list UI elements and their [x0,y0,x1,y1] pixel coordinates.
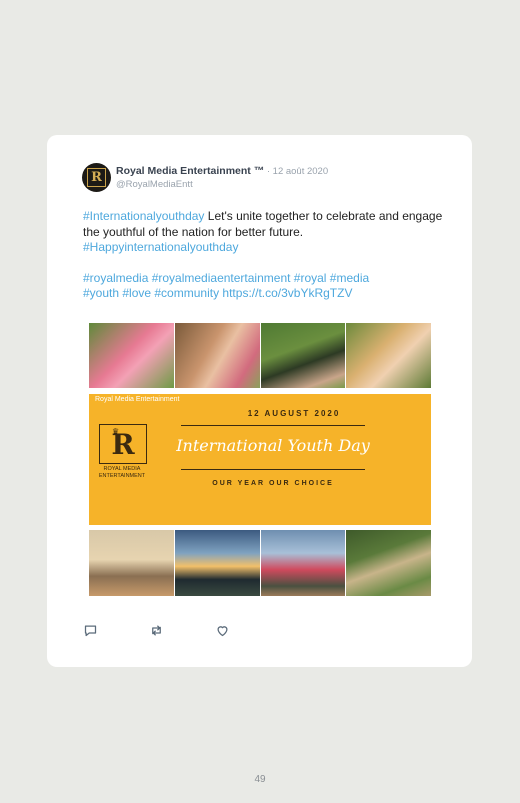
reply-button[interactable] [83,623,149,639]
tweet-actions [83,623,281,639]
avatar[interactable]: R [82,163,111,192]
separator: · [264,166,273,177]
photo [174,323,260,388]
photo [260,323,346,388]
photo-row-top [89,323,431,388]
page-number: 49 [254,774,266,785]
like-button[interactable] [215,623,281,639]
author-row: Royal Media Entertainment ™ · 12 août 20… [116,165,328,177]
hashtag-link[interactable]: #Internationalyouthday [83,209,204,223]
photo [260,530,346,596]
tweet-image[interactable]: Royal Media Entertainment ♛ R ROYAL MEDI… [89,323,431,596]
reply-icon [84,625,97,637]
like-icon [217,626,228,637]
photo-row-bottom [89,530,431,596]
tweet-card: R Royal Media Entertainment ™ · 12 août … [47,135,472,667]
banner-date: 12 AUGUST 2020 [247,409,341,418]
hashtag-links[interactable]: #royalmedia #royalmediaentertainment #ro… [83,271,369,285]
author-handle[interactable]: @RoyalMediaEntt [116,179,193,190]
avatar-logo: R [87,168,106,187]
logo-text: ROYAL MEDIA ENTERTAINMENT [98,466,146,479]
banner-brand: Royal Media Entertainment [95,396,180,403]
photo [174,530,260,596]
tweet-date[interactable]: 12 août 2020 [273,166,328,177]
photo [89,530,174,596]
divider [181,469,365,470]
tweet-text: #Internationalyouthday Let's unite toget… [83,209,443,302]
author-name[interactable]: Royal Media Entertainment ™ [116,165,264,177]
photo [346,530,431,596]
photo [89,323,174,388]
hashtag-link[interactable]: #Happyinternationalyouthday [83,240,238,254]
retweet-icon [152,625,161,636]
hashtag-links[interactable]: #youth #love #community [83,286,219,300]
youth-day-banner: Royal Media Entertainment ♛ R ROYAL MEDI… [89,394,431,525]
url-link[interactable]: https://t.co/3vbYkRgTZV [222,286,352,300]
royal-media-logo: R [99,424,147,464]
divider [181,425,365,426]
banner-slogan: OUR YEAR OUR CHOICE [212,480,334,487]
retweet-button[interactable] [149,623,215,639]
banner-title: International Youth Day [176,436,370,455]
photo [346,323,431,388]
